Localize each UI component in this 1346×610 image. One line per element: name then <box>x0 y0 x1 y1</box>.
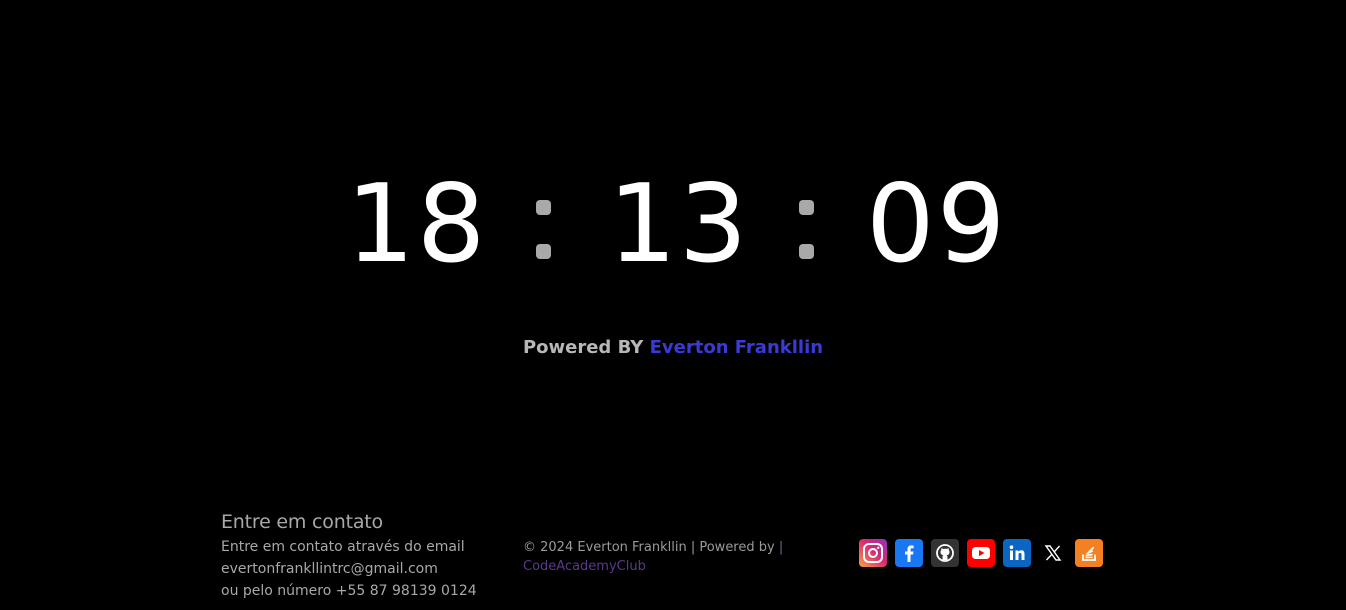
stackoverflow-icon[interactable] <box>1075 539 1103 567</box>
footer-copyright: © 2024 Everton Frankllin | Powered by | … <box>523 538 823 576</box>
youtube-icon[interactable] <box>967 539 995 567</box>
linkedin-icon[interactable] <box>1003 539 1031 567</box>
clock-seconds: 09 <box>866 162 1008 287</box>
clock-separator <box>799 200 815 270</box>
github-icon[interactable] <box>931 539 959 567</box>
separator-dot <box>536 244 551 259</box>
digital-clock: 18 13 09 <box>0 160 1346 290</box>
copyright-separator: | <box>774 540 784 555</box>
clock-separator <box>536 200 552 270</box>
facebook-icon[interactable] <box>895 539 923 567</box>
contact-text: Entre em contato através do email <box>221 539 465 555</box>
codeacademyclub-link[interactable]: CodeAcademyClub <box>523 559 646 574</box>
contact-title: Entre em contato <box>221 511 383 533</box>
copyright-text: © 2024 Everton Frankllin | Powered by <box>523 540 775 555</box>
contact-phone: ou pelo número +55 87 98139 0124 <box>221 583 477 599</box>
contact-email: evertonfrankllintrc@gmail.com <box>221 561 438 577</box>
page: 18 13 09 Powered BY Everton Frankllin En… <box>0 0 1346 610</box>
clock-hours: 18 <box>346 162 488 287</box>
instagram-icon[interactable] <box>859 539 887 567</box>
footer-contact: Entre em contato Entre em contato atravé… <box>221 510 511 602</box>
powered-by-label: Powered BY <box>522 337 650 358</box>
x-icon[interactable] <box>1039 539 1067 567</box>
separator-dot <box>799 200 814 215</box>
powered-by: Powered BY Everton Frankllin <box>0 337 1346 358</box>
separator-dot <box>799 244 814 259</box>
author-link[interactable]: Everton Frankllin <box>650 337 823 358</box>
clock-minutes: 13 <box>608 162 750 287</box>
separator-dot <box>536 200 551 215</box>
